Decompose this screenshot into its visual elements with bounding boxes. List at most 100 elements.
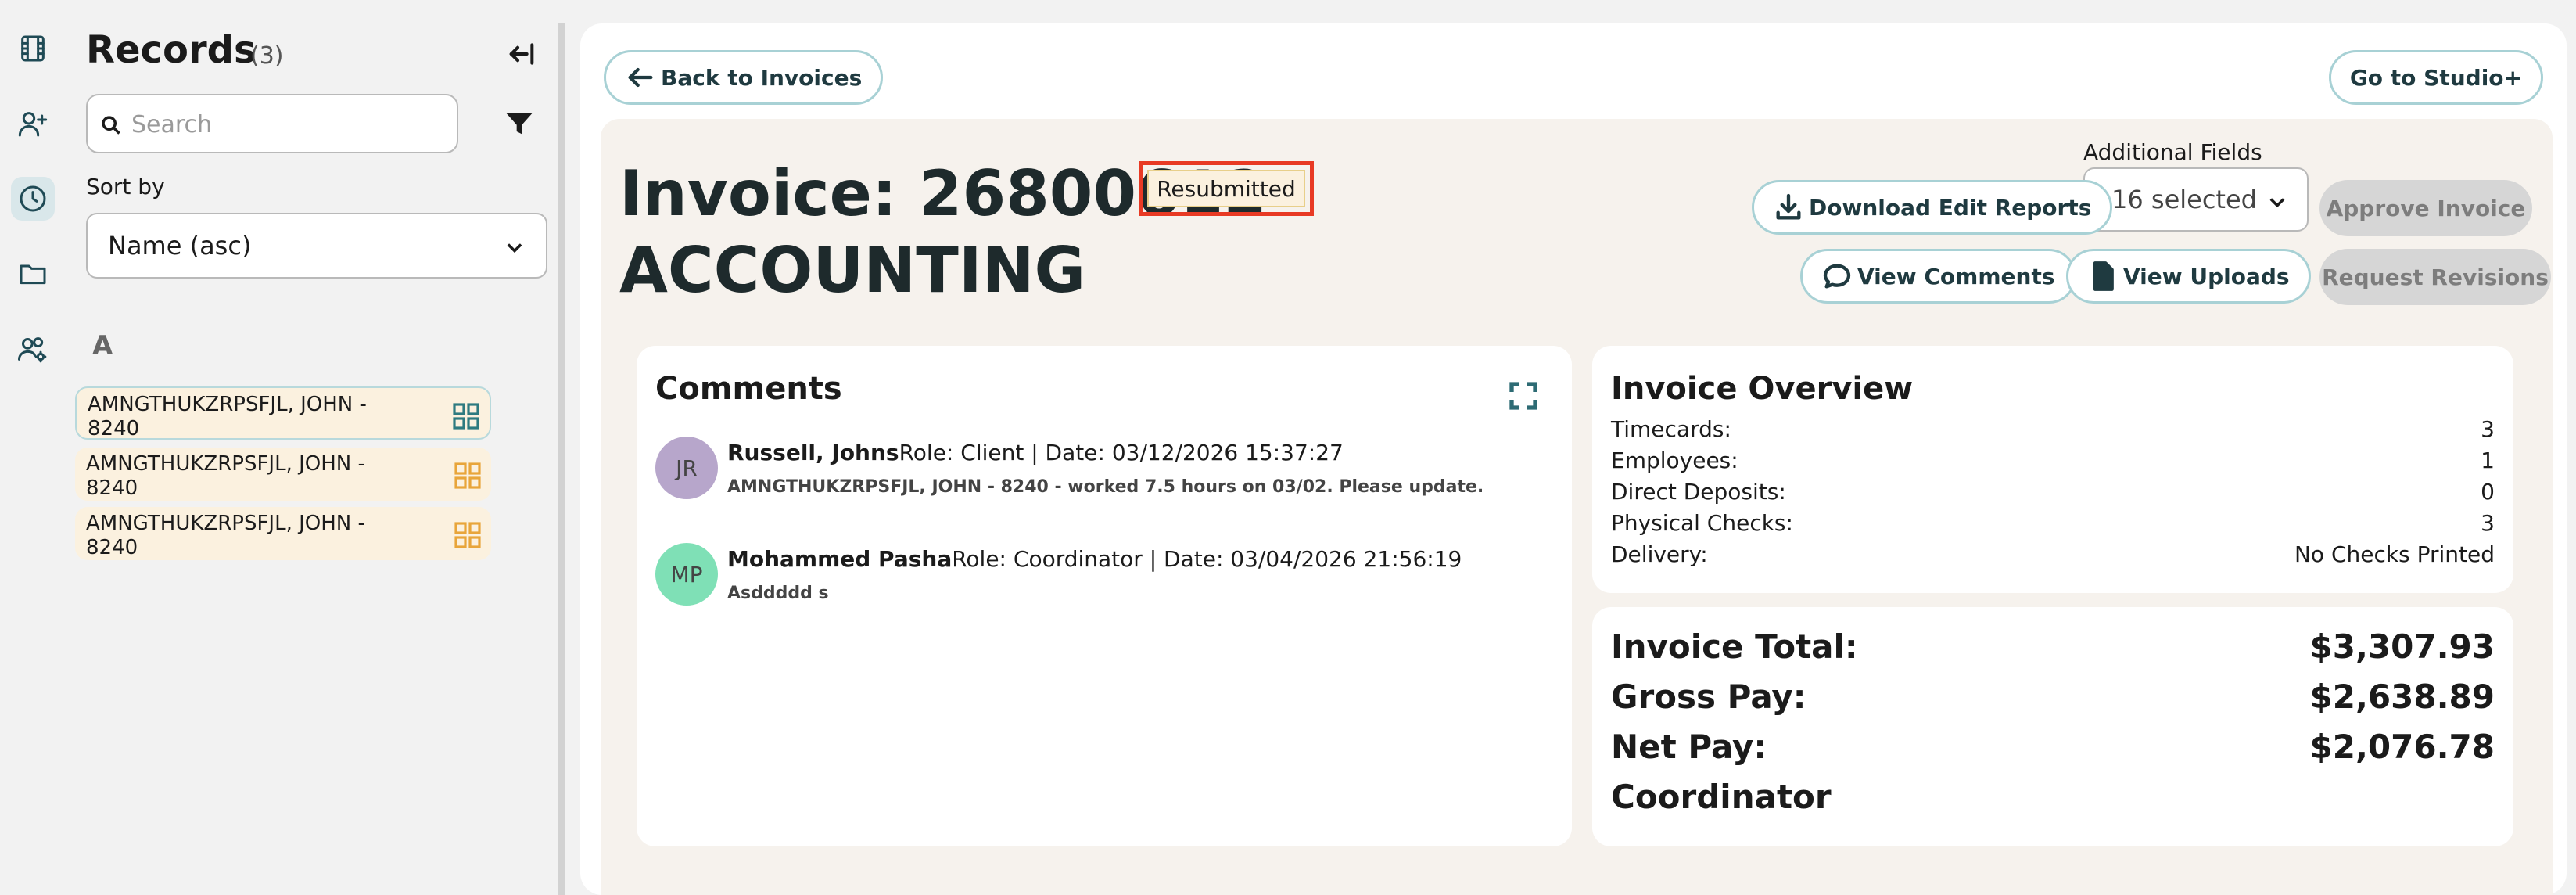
invoice-department: ACCOUNTING <box>619 234 1086 307</box>
nav-rail <box>0 0 66 895</box>
record-item[interactable]: AMNGTHUKZRPSFJL, JOHN - 8240 <box>75 507 491 560</box>
invoice-totals-card: Invoice Total: $3,307.93 Gross Pay: $2,638… <box>1592 607 2513 846</box>
film-icon[interactable] <box>11 27 55 70</box>
record-item[interactable]: AMNGTHUKZRPSFJL, JOHN - 8240 <box>75 447 491 501</box>
expand-button[interactable] <box>1508 380 1539 412</box>
totals-row: Gross Pay: $2,638.89 <box>1611 678 2495 716</box>
qr-grid-icon[interactable] <box>454 521 482 549</box>
collapse-left-icon <box>509 43 534 65</box>
clock-icon[interactable] <box>11 177 55 221</box>
folder-icon[interactable] <box>11 252 55 296</box>
studio-label: Go to Studio+ <box>2349 64 2522 91</box>
record-name: AMNGTHUKZRPSFJL, JOHN - <box>88 393 367 416</box>
qr-grid-icon[interactable] <box>452 402 480 430</box>
view-uploads-label: View Uploads <box>2123 263 2290 289</box>
add-user-icon[interactable] <box>11 102 55 146</box>
record-name: AMNGTHUKZRPSFJL, JOHN - <box>86 512 365 535</box>
totals-label: Gross Pay: <box>1611 678 1806 716</box>
status-badge: Resubmitted <box>1139 161 1314 216</box>
comment-author: Mohammed Pasha <box>727 546 953 572</box>
overview-value: 3 <box>2481 416 2495 442</box>
comments-card: Comments JR Russell, JohnsRole: Client |… <box>637 346 1572 846</box>
comment-author: Russell, Johns <box>727 440 899 465</box>
overview-row: Direct Deposits: 0 <box>1611 479 2495 509</box>
avatar: MP <box>655 543 718 606</box>
search-input[interactable] <box>131 106 444 142</box>
back-label: Back to Invoices <box>661 64 863 91</box>
sort-select[interactable]: Name (asc) <box>86 213 547 279</box>
overview-value: 3 <box>2481 510 2495 536</box>
collapse-panel-button[interactable] <box>504 36 540 72</box>
overview-label: Delivery: <box>1611 541 1708 567</box>
sort-label: Sort by <box>86 174 165 199</box>
overview-label: Physical Checks: <box>1611 510 1793 536</box>
totals-row: Invoice Total: $3,307.93 <box>1611 627 2495 666</box>
record-item[interactable]: AMNGTHUKZRPSFJL, JOHN - 8240 <box>75 386 491 440</box>
comment-meta: Role: Client | Date: 03/12/2026 15:37:27 <box>899 440 1344 465</box>
overview-row: Delivery: No Checks Printed <box>1611 541 2495 571</box>
invoice-content: Invoice: 26800612 ACCOUNTING Resubmitted… <box>601 119 2553 895</box>
record-name: AMNGTHUKZRPSFJL, JOHN - <box>86 452 365 476</box>
comment-text: Asddddd s <box>727 584 829 603</box>
chevron-down-icon <box>2269 198 2285 208</box>
totals-value: $2,638.89 <box>2309 678 2495 716</box>
expand-icon <box>1509 382 1537 410</box>
arrow-left-icon <box>628 67 653 88</box>
view-uploads-button[interactable]: View Uploads <box>2066 249 2311 304</box>
additional-fields-label: Additional Fields <box>2083 139 2262 165</box>
users-settings-icon[interactable] <box>11 327 55 371</box>
totals-value: $3,307.93 <box>2309 627 2495 666</box>
overview-row: Timecards: 3 <box>1611 416 2495 446</box>
group-letter: A <box>92 330 113 361</box>
additional-fields-select[interactable]: 16 selected <box>2083 167 2309 232</box>
avatar: JR <box>655 437 718 499</box>
additional-fields-value: 16 selected <box>2111 185 2257 214</box>
sort-value: Name (asc) <box>108 231 252 261</box>
records-count: (3) <box>250 42 284 70</box>
overview-label: Employees: <box>1611 447 1738 473</box>
totals-row: Net Pay: $2,076.78 <box>1611 728 2495 766</box>
comment-text: AMNGTHUKZRPSFJL, JOHN - 8240 - worked 7.… <box>727 477 1484 497</box>
totals-label: Invoice Total: <box>1611 627 1858 666</box>
overview-value: 0 <box>2481 479 2495 505</box>
comment-header: Mohammed PashaRole: Coordinator | Date: … <box>727 546 1462 572</box>
document-icon <box>2093 261 2114 291</box>
comment-header: Russell, JohnsRole: Client | Date: 03/12… <box>727 440 1344 465</box>
records-title: Records <box>86 28 257 72</box>
totals-value: $2,076.78 <box>2309 728 2495 766</box>
overview-value: No Checks Printed <box>2294 541 2495 567</box>
overview-title: Invoice Overview <box>1611 371 1914 407</box>
overview-row: Physical Checks: 3 <box>1611 510 2495 540</box>
view-comments-button[interactable]: View Comments <box>1800 249 2076 304</box>
filter-icon <box>506 113 533 135</box>
totals-label: Net Pay: <box>1611 728 1767 766</box>
overview-row: Employees: 1 <box>1611 447 2495 477</box>
qr-grid-icon[interactable] <box>454 462 482 490</box>
request-revisions-label: Request Revisions <box>2322 264 2549 290</box>
comment-bubble-icon <box>1823 264 1851 289</box>
approve-invoice-button[interactable]: Approve Invoice <box>2319 180 2532 236</box>
back-to-invoices-button[interactable]: Back to Invoices <box>604 50 884 105</box>
search-icon <box>102 116 120 135</box>
invoice-main: Back to Invoices Go to Studio+ Invoice: … <box>580 23 2567 895</box>
overview-value: 1 <box>2481 447 2495 473</box>
request-revisions-button[interactable]: Request Revisions <box>2319 249 2551 305</box>
download-label: Download Edit Reports <box>1809 194 2092 221</box>
comment-meta: Role: Coordinator | Date: 03/04/2026 21:… <box>952 546 1462 572</box>
search-field[interactable] <box>86 94 458 153</box>
overview-label: Timecards: <box>1611 416 1731 442</box>
totals-label: Coordinator <box>1611 778 1832 816</box>
filter-button[interactable] <box>500 105 538 142</box>
overview-label: Direct Deposits: <box>1611 479 1786 505</box>
record-id: 8240 <box>86 476 138 500</box>
chevron-down-icon <box>507 243 522 253</box>
records-panel: Records (3) Sort by Name (asc) A AMNGTHU… <box>66 0 599 895</box>
download-edit-reports-button[interactable]: Download Edit Reports <box>1752 180 2113 235</box>
invoice-overview-card: Invoice Overview Timecards: 3 Employees: 1… <box>1592 346 2513 593</box>
view-comments-label: View Comments <box>1857 263 2055 289</box>
go-to-studio-button[interactable]: Go to Studio+ <box>2328 50 2543 105</box>
totals-row: Coordinator <box>1611 778 2495 816</box>
panel-resize-handle[interactable] <box>558 23 565 895</box>
record-id: 8240 <box>88 417 140 440</box>
download-icon <box>1776 193 1801 220</box>
